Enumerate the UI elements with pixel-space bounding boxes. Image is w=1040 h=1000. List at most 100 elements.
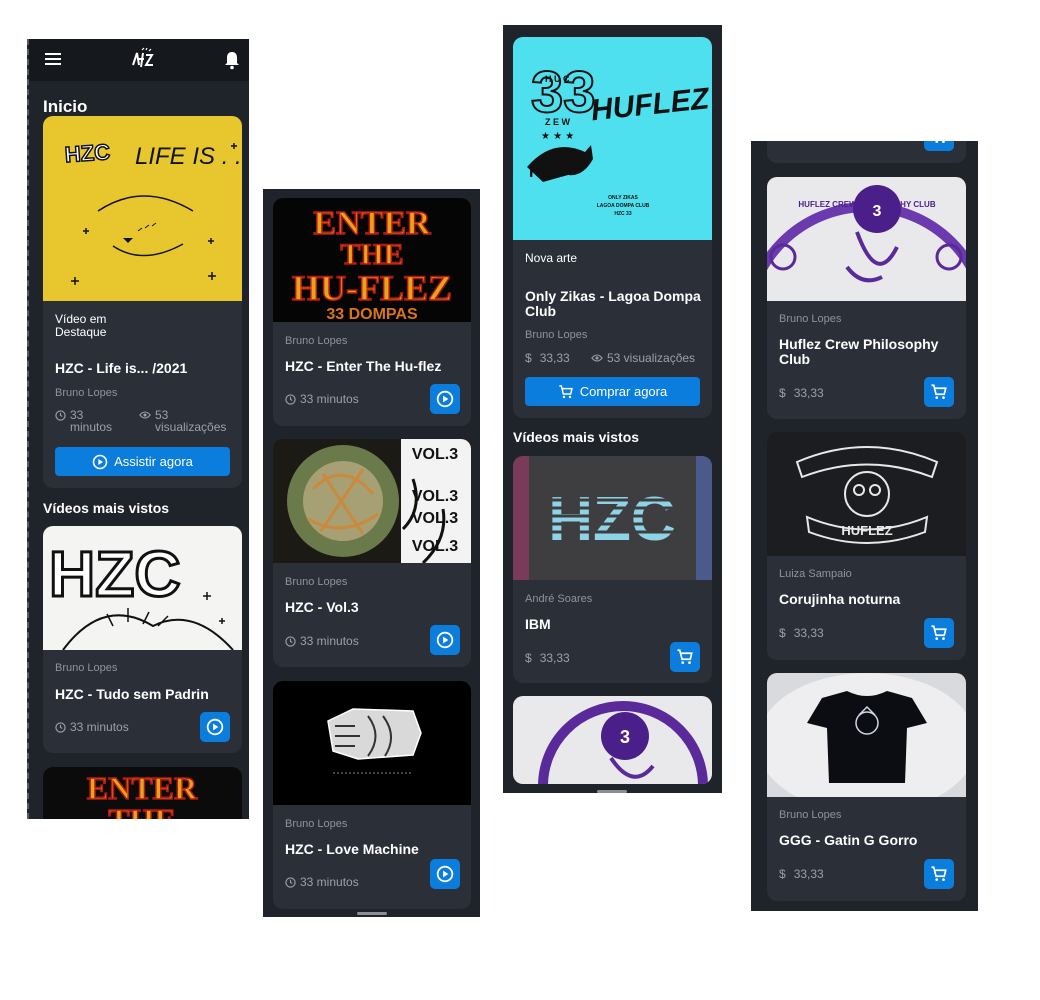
video-title[interactable]: HZC - Tudo sem Padrin — [55, 687, 235, 702]
thumb-text: HUFLEZ — [841, 523, 892, 538]
product-thumbnail[interactable] — [767, 673, 966, 797]
product-card[interactable]: Bruno Lopes GGG - Gatin G Gorro $ 33,33 — [767, 673, 966, 901]
clock-icon — [285, 636, 296, 647]
video-thumbnail[interactable]: HZC — [43, 526, 242, 650]
bell-icon[interactable] — [223, 50, 241, 70]
scroll-handle[interactable] — [357, 912, 387, 915]
add-to-cart-button[interactable] — [924, 141, 954, 151]
thumb-text: HZC — [49, 538, 181, 610]
product-thumbnail[interactable]: HUFLEZ — [767, 432, 966, 556]
video-author: Bruno Lopes — [55, 662, 118, 674]
scroll-handle[interactable] — [597, 790, 627, 793]
svg-text:★ ★ ★: ★ ★ ★ — [541, 131, 574, 142]
price-text: 33,33 — [539, 651, 570, 665]
hzc-logo[interactable] — [129, 47, 159, 73]
add-to-cart-button[interactable] — [924, 618, 954, 648]
thumb-text: HU-FLEZ — [292, 268, 452, 308]
video-card[interactable]: VOL.3 VOL.3 VOL.3 VOL.3 Bruno Lopes HZC … — [273, 439, 471, 667]
product-title[interactable]: Corujinha noturna — [779, 592, 959, 607]
product-author: Luiza Sampaio — [779, 568, 852, 580]
svg-text:HZC: HZC — [64, 139, 111, 167]
video-title[interactable]: HZC - Vol.3 — [285, 600, 465, 615]
buy-now-button[interactable]: Comprar agora — [525, 377, 700, 406]
svg-text:33: 33 — [531, 60, 596, 125]
svg-text:3: 3 — [873, 203, 882, 220]
product-card[interactable]: HUFLEZ Luiza Sampaio Corujinha noturna $… — [767, 432, 966, 660]
watch-now-button[interactable]: Assistir agora — [55, 447, 230, 476]
product-price: $ 33,33 — [779, 868, 824, 880]
play-button[interactable] — [430, 625, 460, 655]
app-header — [29, 39, 249, 81]
price-text: 33,33 — [793, 626, 824, 640]
video-card[interactable]: ENTER THE HU-FLEZ 33 DOMPAS Bruno Lopes … — [273, 198, 471, 426]
svg-text:HZC 33: HZC 33 — [614, 211, 631, 217]
product-tag: Nova arte — [525, 251, 578, 265]
product-title[interactable]: IBM — [525, 617, 705, 632]
video-title[interactable]: HZC - Love Machine — [285, 842, 465, 857]
product-card-partial[interactable]: 3 — [513, 696, 712, 784]
video-author: Bruno Lopes — [285, 818, 348, 830]
cart-icon — [935, 141, 945, 143]
duration-text: 33 minutos — [70, 720, 129, 734]
featured-video-title[interactable]: HZC - Life is... /2021 — [55, 361, 235, 376]
product-card[interactable]: HZC André Soares IBM $ 33,33 — [513, 456, 712, 683]
thumb-text: ENTER — [87, 770, 198, 806]
dollar-icon: $ — [779, 386, 786, 400]
product-thumbnail[interactable]: 33 H U C Z E W HUFLEZ ★ ★ ★ HZC ONLY ZIK… — [513, 37, 712, 240]
eye-icon — [591, 354, 603, 362]
featured-video-card[interactable]: HZC LIFE IS . . . Vídeo em Destaque HZC … — [43, 116, 242, 488]
eye-icon — [139, 411, 151, 419]
video-thumbnail[interactable]: ENTER THE HU-FLEZ 33 DOMPAS — [273, 198, 471, 322]
price-text: 33,33 — [793, 386, 824, 400]
clock-icon — [285, 877, 296, 888]
menu-icon[interactable] — [45, 53, 61, 65]
product-thumbnail[interactable]: HUFLEZ CREW PHILOSOPHY CLUB 3 — [767, 177, 966, 301]
views-text: 53 visualizações — [607, 351, 696, 365]
thumb-text: LIFE IS . . . — [135, 143, 242, 170]
thumb-text: ENTER — [313, 205, 431, 242]
clock-icon — [285, 394, 296, 405]
product-thumbnail[interactable]: HZC — [513, 456, 712, 580]
product-title[interactable]: Huflez Crew Philosophy Club — [779, 337, 959, 367]
cart-icon — [931, 625, 947, 640]
product-title[interactable]: Only Zikas - Lagoa Dompa Club — [525, 289, 705, 319]
play-button[interactable] — [430, 384, 460, 414]
play-circle-icon — [92, 454, 108, 469]
video-title[interactable]: HZC - Enter The Hu-flez — [285, 359, 465, 374]
product-card[interactable]: HUFLEZ CREW PHILOSOPHY CLUB 3 Bruno Lope… — [767, 177, 966, 419]
play-button[interactable] — [430, 859, 460, 889]
video-duration: 33 minutos — [285, 876, 359, 888]
dollar-icon: $ — [525, 651, 532, 665]
dollar-icon: $ — [779, 626, 786, 640]
play-button[interactable] — [200, 712, 230, 742]
video-list-screen: ENTER THE HU-FLEZ 33 DOMPAS Bruno Lopes … — [263, 189, 480, 917]
video-card[interactable]: HZC Bruno Lopes HZC - Tudo sem Padrin 33… — [43, 526, 242, 753]
product-thumbnail[interactable]: 3 — [513, 696, 712, 784]
product-price: $ 33,33 — [525, 352, 570, 364]
add-to-cart-button[interactable] — [924, 859, 954, 889]
video-thumbnail[interactable] — [273, 681, 471, 805]
watch-now-label: Assistir agora — [114, 454, 193, 469]
featured-video-thumbnail[interactable]: HZC LIFE IS . . . — [43, 116, 242, 301]
add-to-cart-button[interactable] — [924, 377, 954, 407]
thumb-text: HZC — [548, 485, 675, 554]
svg-text:Z E W: Z E W — [545, 117, 571, 127]
video-card[interactable]: Bruno Lopes HZC - Love Machine 33 minuto… — [273, 681, 471, 909]
product-title[interactable]: GGG - Gatin G Gorro — [779, 833, 959, 848]
play-circle-icon — [436, 631, 454, 649]
product-card-partial[interactable] — [767, 141, 966, 163]
product-author: Bruno Lopes — [779, 313, 842, 325]
add-to-cart-button[interactable] — [670, 642, 700, 672]
page-title: Inicio — [43, 97, 88, 116]
video-duration: 33 minutos — [285, 393, 359, 405]
featured-product-card[interactable]: 33 H U C Z E W HUFLEZ ★ ★ ★ HZC ONLY ZIK… — [513, 37, 712, 418]
video-card-partial[interactable]: ENTER THE — [43, 767, 242, 819]
video-author: Bruno Lopes — [285, 576, 348, 588]
play-circle-icon — [206, 718, 224, 736]
duration-text: 33 minutos — [300, 634, 359, 648]
thumb-text: THE — [108, 802, 176, 819]
duration-text: 33 minutos — [70, 408, 113, 434]
product-views: 53 visualizações — [591, 352, 695, 364]
video-thumbnail[interactable]: VOL.3 VOL.3 VOL.3 VOL.3 — [273, 439, 471, 563]
video-thumbnail[interactable]: ENTER THE — [43, 767, 242, 819]
